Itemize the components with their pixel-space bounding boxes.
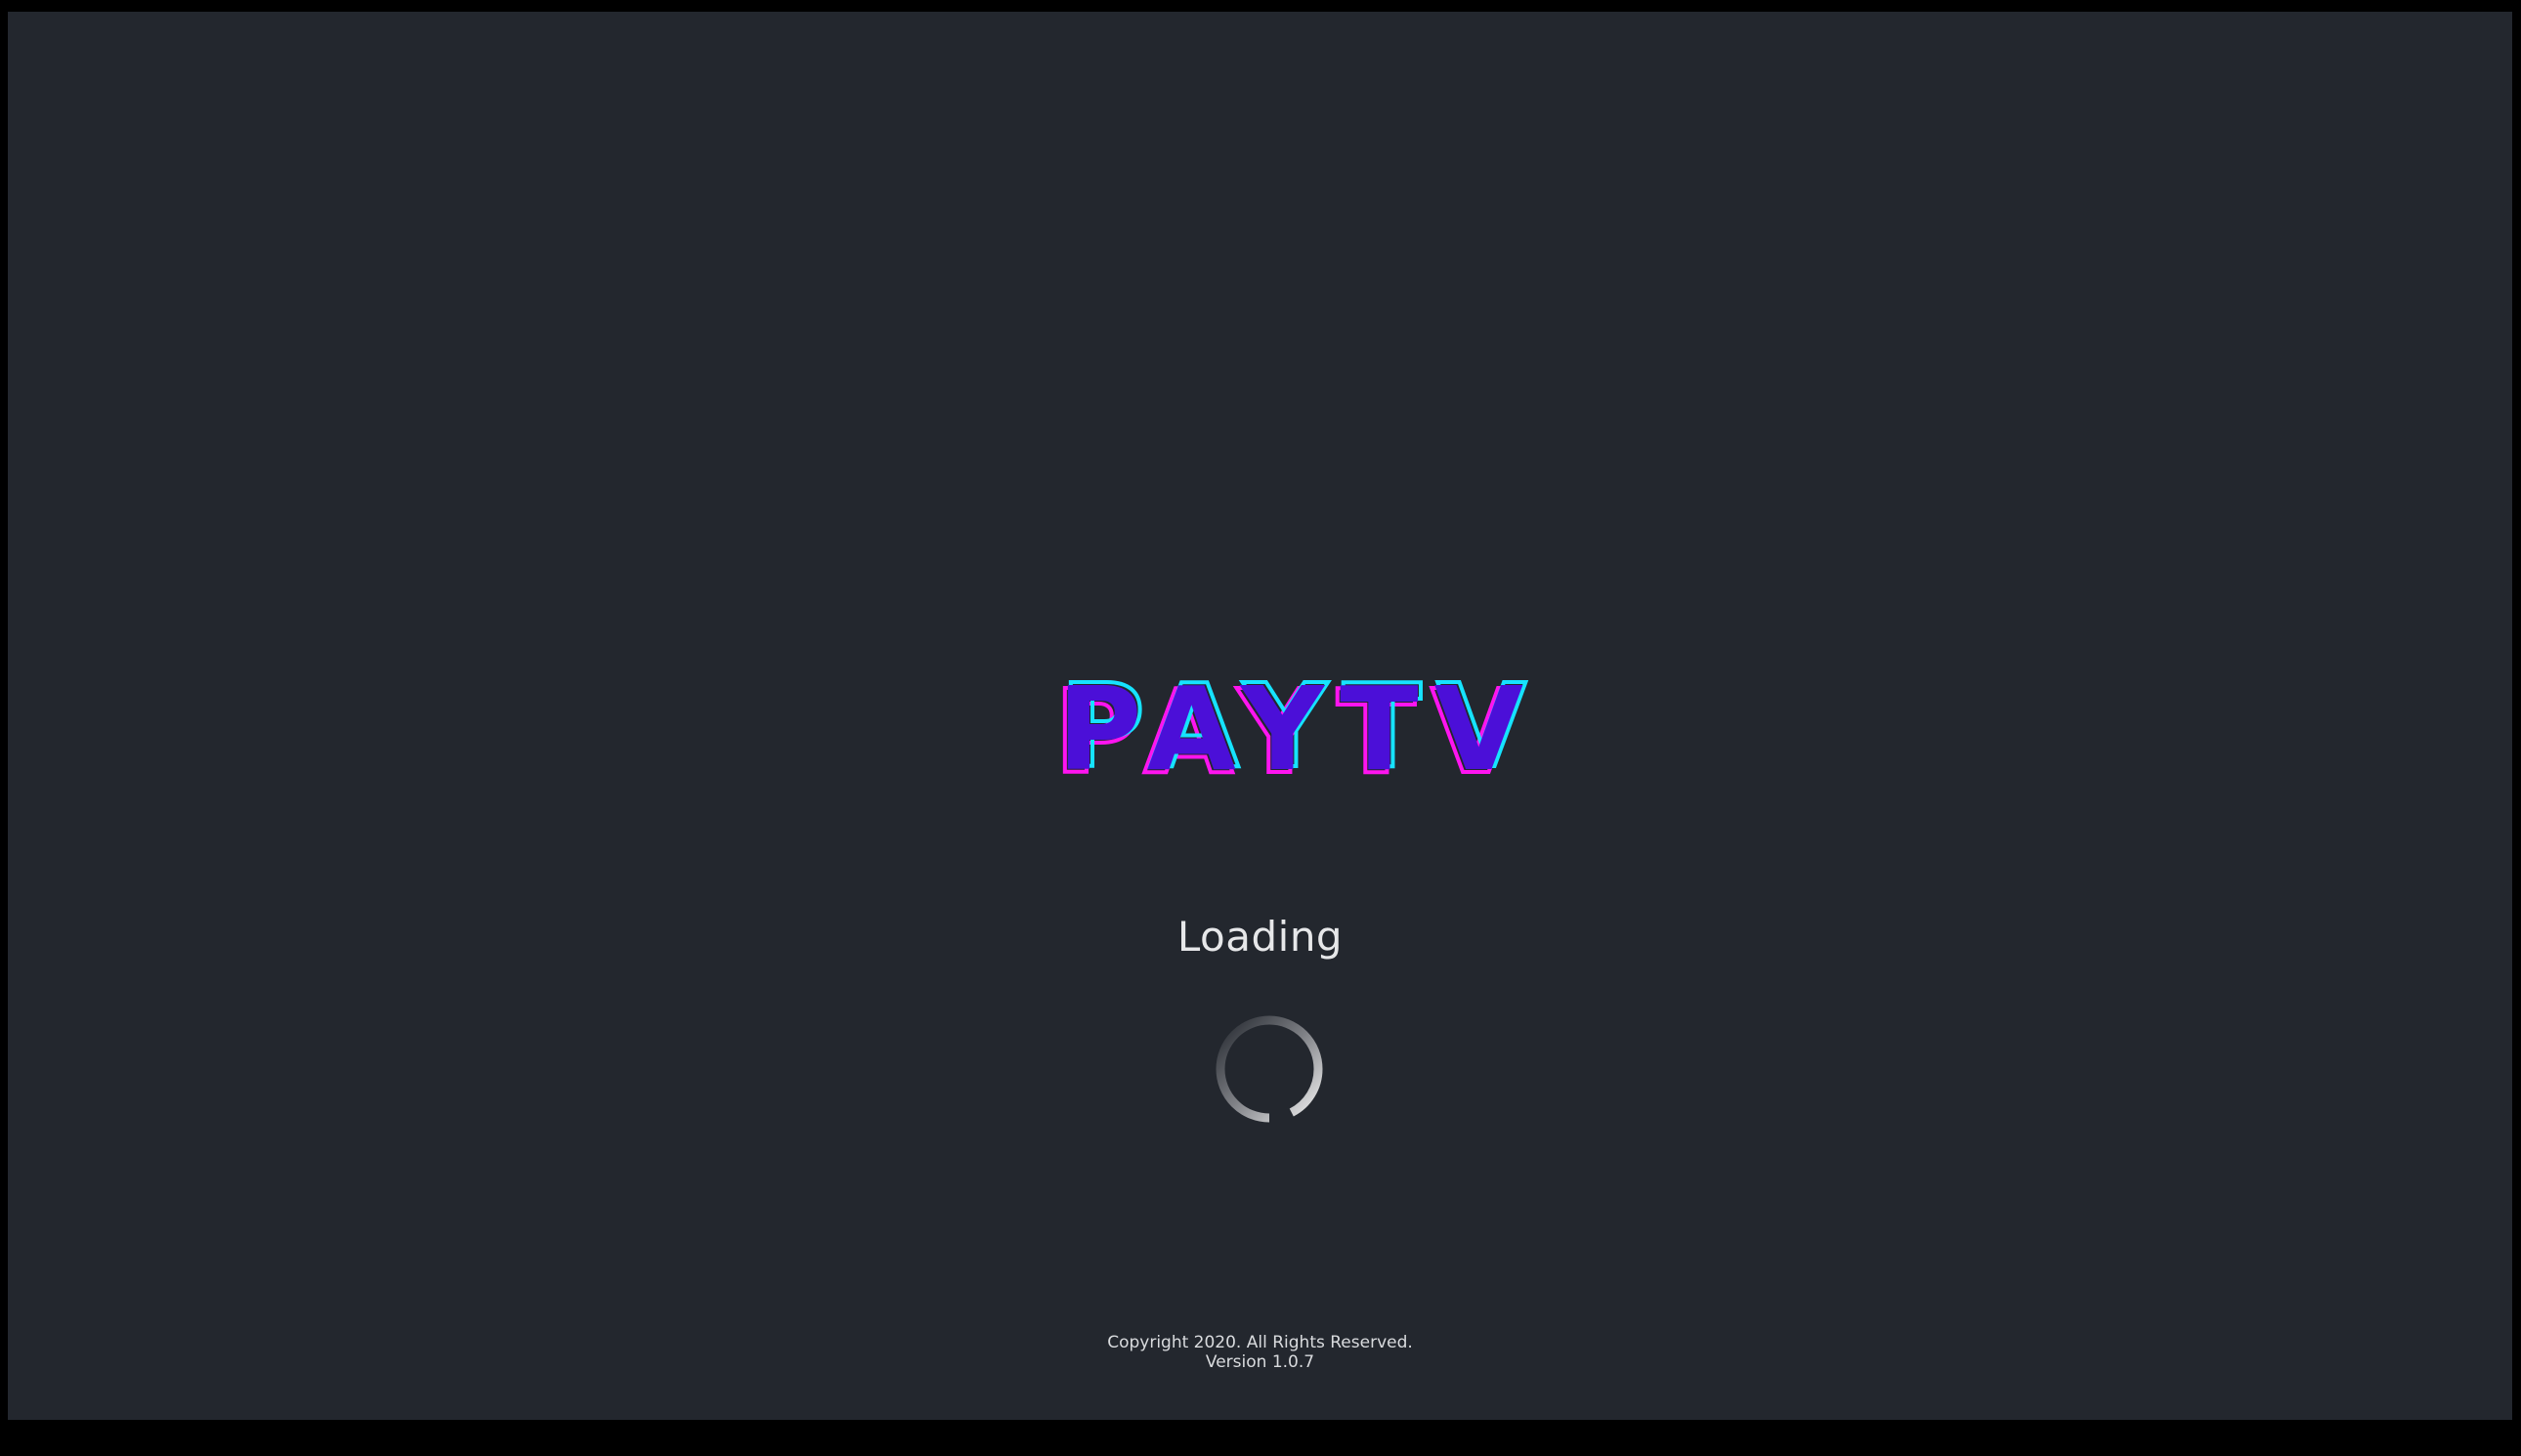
copyright-text: Copyright 2020. All Rights Reserved. bbox=[1107, 1333, 1413, 1352]
footer: Copyright 2020. All Rights Reserved. Ver… bbox=[8, 1333, 2512, 1372]
paytv-logo-graphic: PAYTV PAYTV PAYTV bbox=[1052, 657, 1528, 801]
loading-label: Loading bbox=[1176, 913, 1344, 961]
paytv-logo: PAYTV PAYTV PAYTV bbox=[1047, 657, 1528, 801]
version-text: Version 1.0.7 bbox=[1205, 1352, 1315, 1372]
splash-screen: PAYTV PAYTV PAYTV Loading Copyright 2020… bbox=[8, 12, 2512, 1420]
loading-spinner-icon bbox=[1214, 1013, 1325, 1125]
logo-text-fill: PAYTV bbox=[1057, 662, 1539, 796]
